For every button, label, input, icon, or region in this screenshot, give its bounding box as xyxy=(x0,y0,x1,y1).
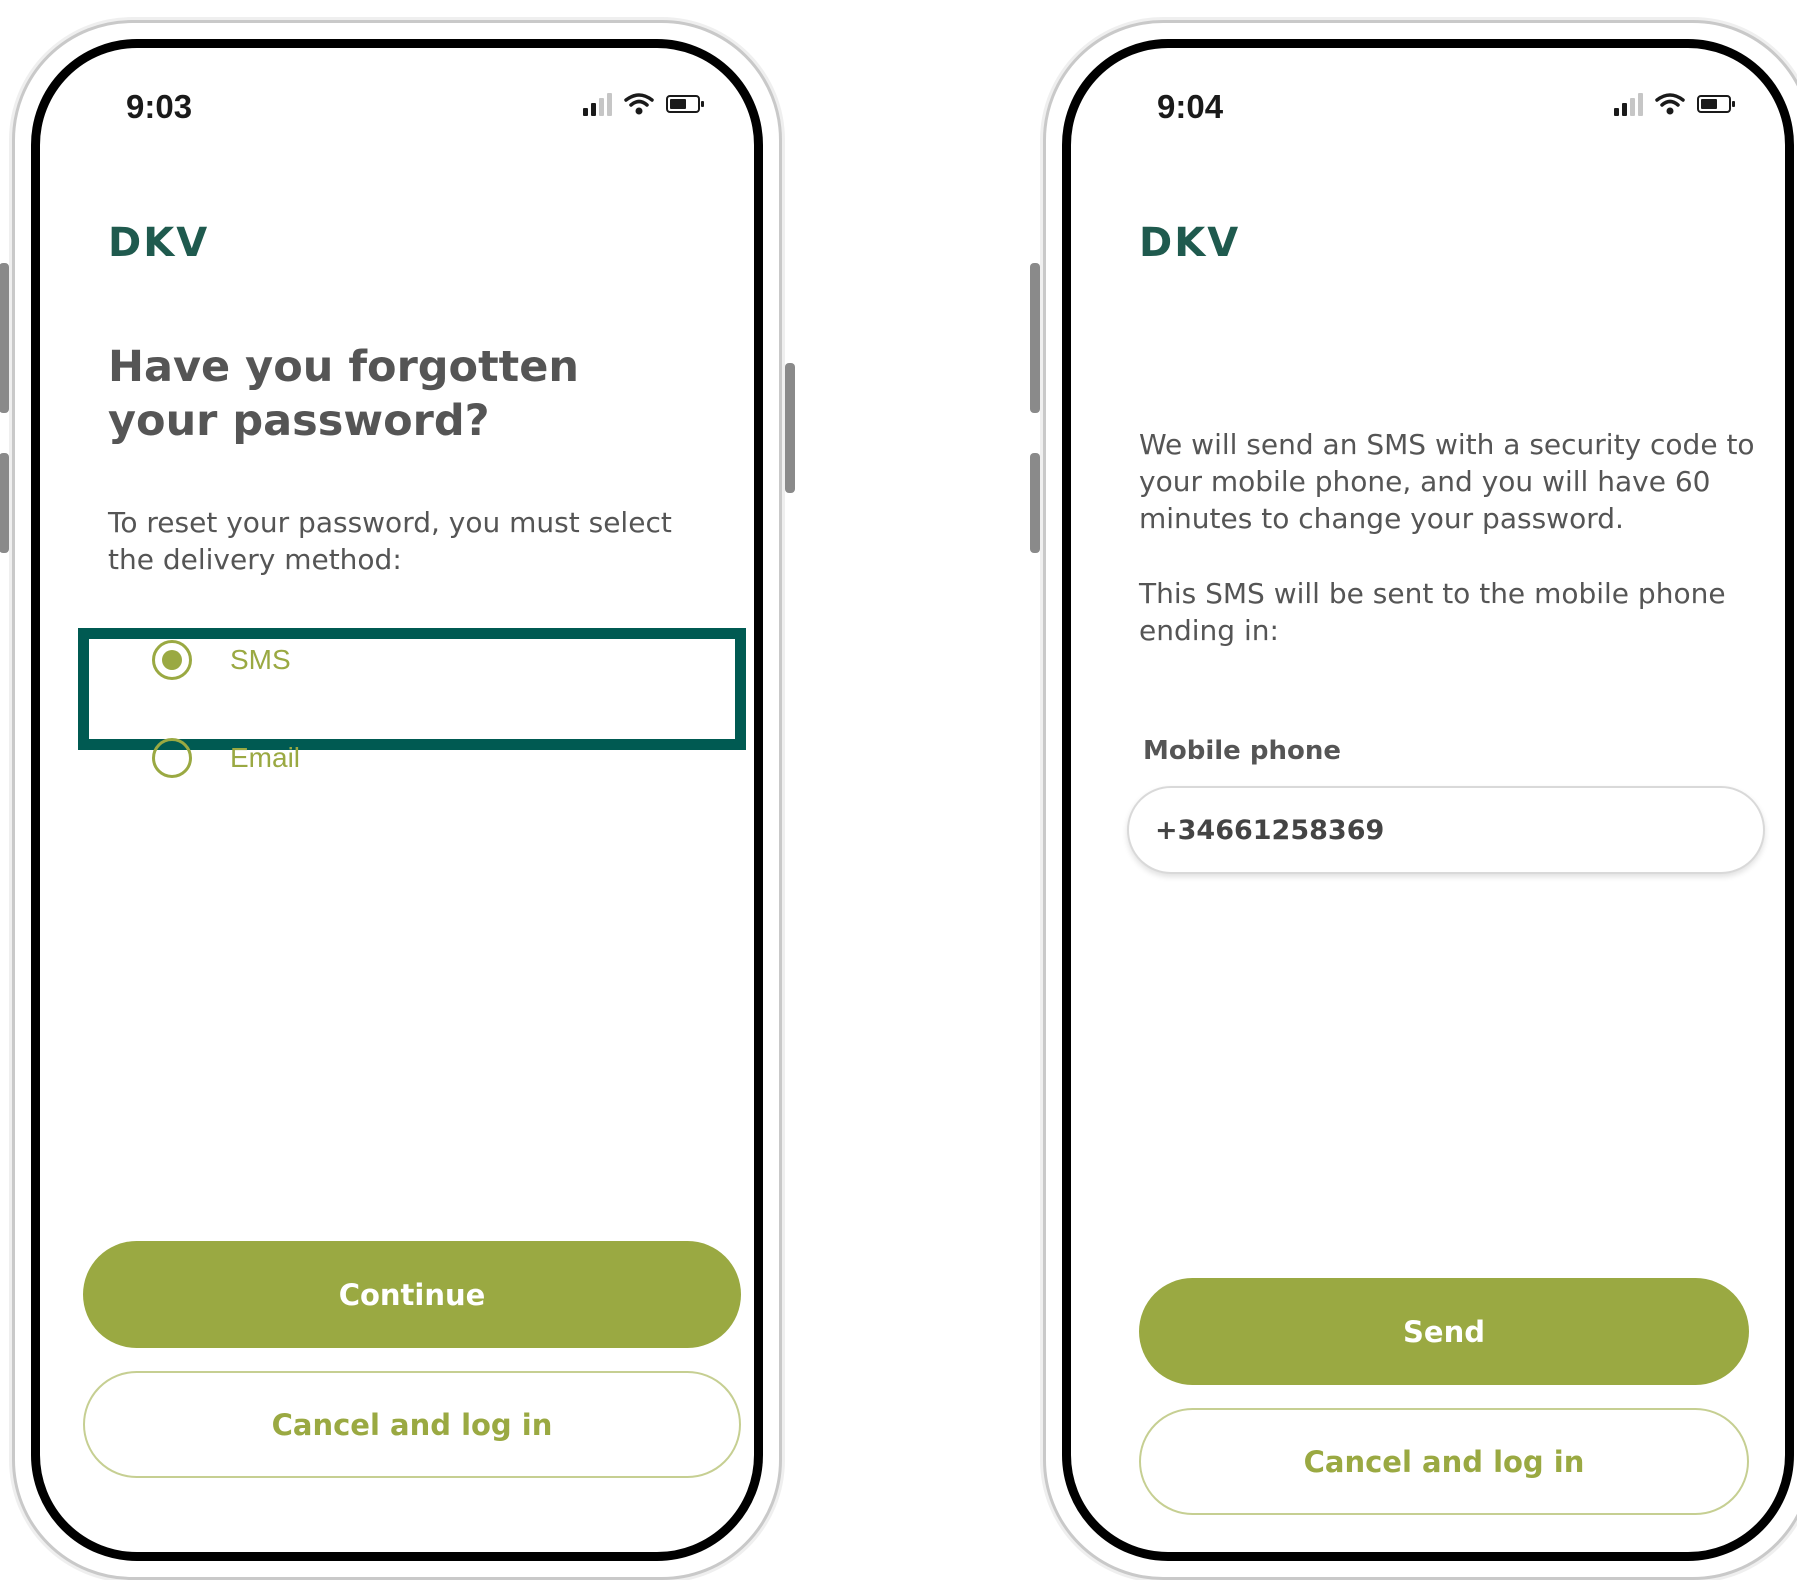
radio-selected-icon[interactable] xyxy=(152,640,192,680)
option-label: Email xyxy=(230,742,301,773)
continue-button[interactable]: Continue xyxy=(83,1241,741,1348)
option-label: SMS xyxy=(230,644,291,675)
side-button xyxy=(1030,263,1040,413)
mobile-phone-label: Mobile phone xyxy=(1143,736,1341,766)
status-time: 9:03 xyxy=(126,88,193,125)
cancel-login-button[interactable]: Cancel and log in xyxy=(83,1371,741,1478)
svg-text:DKV: DKV xyxy=(108,222,209,262)
option-email[interactable]: Email xyxy=(152,738,300,778)
side-button xyxy=(0,453,9,553)
status-time: 9:04 xyxy=(1157,88,1224,125)
status-icons xyxy=(583,92,704,116)
sms-destination-text: This SMS will be sent to the mobile phon… xyxy=(1139,577,1726,647)
cancel-login-button[interactable]: Cancel and log in xyxy=(1139,1408,1749,1515)
signal-icon xyxy=(1614,92,1643,116)
battery-icon xyxy=(666,95,704,113)
screen-send-sms: 9:04 DKV We will send an SMS with a secu… xyxy=(1062,39,1794,1561)
phone-frame-left: 9:03 DKV Have you forgotten your passwor… xyxy=(0,20,795,1580)
dkv-logo: DKV xyxy=(1139,222,1240,262)
phone-frame-right: 9:04 DKV We will send an SMS with a secu… xyxy=(1030,20,1797,1580)
radio-unselected-icon[interactable] xyxy=(152,738,192,778)
signal-icon xyxy=(583,92,612,116)
mobile-phone-field[interactable]: +34661258369 xyxy=(1127,786,1765,874)
status-icons xyxy=(1614,92,1735,116)
sms-info-text: We will send an SMS with a security code… xyxy=(1139,428,1755,535)
option-sms[interactable]: SMS xyxy=(152,640,291,680)
battery-icon xyxy=(1697,95,1735,113)
side-button xyxy=(0,263,9,413)
side-button xyxy=(785,363,795,493)
send-button[interactable]: Send xyxy=(1139,1278,1749,1385)
dkv-logo: DKV xyxy=(108,222,209,262)
screen-forgot-password: 9:03 DKV Have you forgotten your passwor… xyxy=(31,39,763,1561)
wifi-icon xyxy=(624,93,654,115)
page-subtitle: To reset your password, you must select … xyxy=(108,506,672,576)
side-button xyxy=(1030,453,1040,553)
svg-text:DKV: DKV xyxy=(1139,222,1240,262)
wifi-icon xyxy=(1655,93,1685,115)
page-title: Have you forgotten your password? xyxy=(108,342,579,446)
